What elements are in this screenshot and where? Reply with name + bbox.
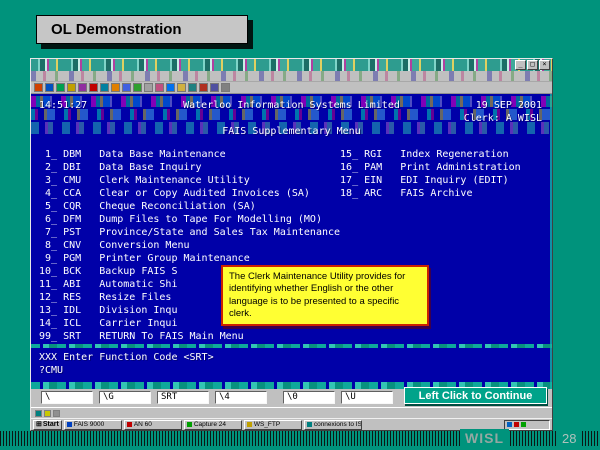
menu-line: 2_ DBI Data Base Inquiry 16_ PAM Print A… (39, 162, 521, 173)
application-window: _ □ × 14:51:27 Waterloo Information Syst… (30, 58, 553, 431)
terminal-menu-title: FAIS Supplementary Menu (222, 126, 361, 137)
terminal-date: 19 SEP 2001 (475, 100, 542, 111)
menu-line: 1_ DBM Data Base Maintenance 15_ RGI Ind… (39, 149, 509, 160)
toolbar-icon[interactable] (177, 83, 186, 92)
start-label: Start (42, 420, 59, 428)
callout-tooltip: The Clerk Maintenance Utility provides f… (221, 265, 429, 327)
app-icon (66, 422, 72, 427)
menu-line: 7_ PST Province/State and Sales Tax Main… (39, 227, 341, 238)
taskbar-app-button[interactable]: FAIS 9000 (63, 419, 122, 430)
taskbar-app-button[interactable]: connexions to IS (303, 419, 362, 430)
toolbar-icon[interactable] (188, 83, 197, 92)
menu-line: 4_ CCA Clear or Copy Audited Invoices (S… (39, 188, 473, 199)
function-key-field[interactable]: \U (341, 391, 393, 404)
system-tray[interactable] (504, 419, 550, 430)
menu-line: 99_ SRT RETURN To FAIS Main Menu (39, 331, 244, 342)
toolbar-icon[interactable] (199, 83, 208, 92)
toolbar-icon[interactable] (89, 83, 98, 92)
terminal-edge-artifact (550, 94, 552, 389)
terminal-screen[interactable]: 14:51:27 Waterloo Information Systems Li… (31, 94, 552, 389)
toolbar-icon[interactable] (122, 83, 131, 92)
toolbar-icon[interactable] (166, 83, 175, 92)
taskbar-app-label: FAIS 9000 (73, 420, 105, 428)
window-controls: _ □ × (514, 60, 550, 70)
slide-title-box: OL Demonstration (36, 15, 248, 44)
function-key-field[interactable]: \G (99, 391, 151, 404)
toolbar-icon[interactable] (67, 83, 76, 92)
function-key-field[interactable]: \0 (283, 391, 335, 404)
function-key-field[interactable]: SRT (157, 391, 209, 404)
terminal-clerk: Clerk: A WISL (463, 113, 542, 124)
toolbar-icon[interactable] (111, 83, 120, 92)
toolbar-icon[interactable] (100, 83, 109, 92)
toolbar-icon[interactable] (34, 83, 43, 92)
window-statusbar (31, 407, 552, 418)
footer-brand: WISL (460, 429, 509, 447)
terminal-company: Waterloo Information Systems Limited (183, 100, 400, 111)
continue-button[interactable]: Left Click to Continue (404, 387, 547, 404)
function-key-field[interactable]: \4 (215, 391, 267, 404)
taskbar-app-button[interactable]: WS_FTP (243, 419, 302, 430)
terminal-command-input[interactable]: ?CMU (39, 365, 63, 376)
taskbar-app-label: Capture 24 (193, 420, 226, 428)
taskbar-app-label: AN 60 (133, 420, 152, 428)
menu-line: 3_ CMU Clerk Maintenance Utility 17_ EIN… (39, 175, 509, 186)
maximize-icon[interactable]: □ (527, 60, 538, 70)
windows-logo-icon: ⊞ (36, 420, 42, 428)
status-indicator-icon (35, 409, 42, 417)
slide-title: OL Demonstration (51, 21, 182, 38)
tray-icon[interactable] (521, 422, 526, 427)
toolbar-icon[interactable] (133, 83, 142, 92)
toolbar-icon[interactable] (78, 83, 87, 92)
presentation-slide: OL Demonstration _ □ × 14:51:27 Waterloo… (0, 0, 600, 450)
divider-line (31, 344, 552, 348)
app-icon (246, 422, 252, 427)
terminal-prompt: XXX Enter Function Code <SRT> (39, 352, 214, 363)
app-icon (126, 422, 132, 427)
minimize-icon[interactable]: _ (515, 60, 526, 70)
taskbar-app-button[interactable]: Capture 24 (183, 419, 242, 430)
taskbar-app-button[interactable]: AN 60 (123, 419, 182, 430)
taskbar-app-label: WS_FTP (253, 420, 281, 428)
page-number: 28 (558, 430, 581, 447)
close-icon[interactable]: × (539, 60, 550, 70)
menu-line: 5_ CQR Cheque Reconciliation (SA) (39, 201, 256, 212)
tray-icon[interactable] (514, 422, 519, 427)
menu-line: 8_ CNV Conversion Menu (39, 240, 190, 251)
tray-icon[interactable] (507, 422, 512, 427)
app-icon (186, 422, 192, 427)
function-key-field[interactable]: \ (41, 391, 93, 404)
start-button[interactable]: ⊞ Start (33, 419, 62, 430)
taskbar-app-label: connexions to IS (313, 420, 362, 428)
app-icon (306, 422, 312, 427)
footer-barcode (0, 431, 600, 446)
toolbar-icon[interactable] (210, 83, 219, 92)
toolbar-icon[interactable] (221, 83, 230, 92)
menu-line: 6_ DFM Dump Files to Tape For Modelling … (39, 214, 322, 225)
menubar-garbled[interactable] (31, 71, 552, 82)
toolbar-icon[interactable] (144, 83, 153, 92)
toolbar (31, 82, 552, 94)
taskbar-items: FAIS 9000 AN 60 Capture 24 WS_FTP connexions… (63, 419, 362, 430)
window-titlebar[interactable]: _ □ × (31, 59, 552, 71)
status-indicator-icon (53, 409, 60, 417)
toolbar-icon[interactable] (56, 83, 65, 92)
menu-line: 9_ PGM Printer Group Maintenance (39, 253, 250, 264)
status-indicator-icon (44, 409, 51, 417)
toolbar-icon[interactable] (155, 83, 164, 92)
toolbar-icon[interactable] (45, 83, 54, 92)
